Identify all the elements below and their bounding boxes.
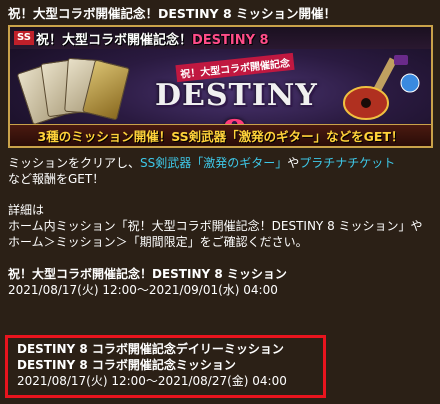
platinum-ticket-link[interactable]: プラチナチケット xyxy=(299,156,395,170)
banner-footer: 3種のミッション開催！SS剣武器「激発のギター」などをGET！ xyxy=(10,124,431,146)
intro-text-3: など報酬をGET！ xyxy=(8,172,105,186)
banner-header-prefix: 祝 xyxy=(35,32,49,48)
banner-header-main: ！大型コラボ開催記念！ xyxy=(48,32,192,48)
collab-mission-title: DESTINY 8 コラボ開催記念ミッション xyxy=(17,358,236,372)
banner-header: SS 祝！大型コラボ開催記念！DESTINY 8 xyxy=(10,27,431,49)
details-line-3: ホーム＞ミッション＞「期間限定」をご確認ください。 xyxy=(8,235,308,249)
daily-mission-title: DESTINY 8 コラボ開催記念デイリーミッション xyxy=(17,342,284,356)
mission-section-heading: 祝！大型コラボ開催記念！DESTINY 8 ミッション xyxy=(8,267,287,281)
page-title: 祝！大型コラボ開催記念！DESTINY 8 ミッション開催！ xyxy=(8,6,337,21)
intro-text-2: や xyxy=(287,156,300,170)
banner-header-accent: DESTINY 8 xyxy=(192,32,269,48)
guitar-weapon-icon xyxy=(343,55,420,120)
details-line-2: ホーム内ミッション「祝！大型コラボ開催記念！DESTINY 8 ミッション」や xyxy=(8,218,434,234)
details-text: 詳細は ホーム内ミッション「祝！大型コラボ開催記念！DESTINY 8 ミッショ… xyxy=(8,202,434,250)
highlighted-missions-box: DESTINY 8 コラボ開催記念デイリーミッション DESTINY 8 コラボ… xyxy=(5,335,326,398)
intro-text-1: ミッションをクリアし、 xyxy=(8,156,141,170)
destiny-logo: 祝！大型コラボ開催記念 DESTINY 8 xyxy=(155,52,318,146)
intro-text: ミッションをクリアし、SS剣武器「激発のギター」やプラチナチケットなど報酬をGE… xyxy=(8,155,434,187)
banner-header-text: 祝！大型コラボ開催記念！DESTINY 8 xyxy=(36,29,269,48)
details-line-2-text: ホーム内ミッション「祝！大型コラボ開催記念！DESTINY 8 ミッション」や xyxy=(8,219,423,233)
banner-cards-art xyxy=(16,57,134,127)
details-line-1: 詳細は xyxy=(8,203,45,217)
event-banner[interactable]: SS 祝！大型コラボ開催記念！DESTINY 8 祝！大型コラボ開催記念 DES… xyxy=(8,25,433,148)
weapon-link[interactable]: SS剣武器「激発のギター」 xyxy=(140,156,287,170)
highlighted-mission-period: 2021/08/17(火) 12:00～2021/08/27(金) 04:00 xyxy=(17,374,287,388)
logo-word: DESTINY xyxy=(155,78,318,113)
banner-footer-text: 3種のミッション開催！SS剣武器「激発のギター」などをGET！ xyxy=(37,129,404,144)
banner-badge: SS xyxy=(14,31,34,45)
mission-section-period: 2021/08/17(火) 12:00～2021/09/01(水) 04:00 xyxy=(8,283,278,297)
mission-section-main: 祝！大型コラボ開催記念！DESTINY 8 ミッション 2021/08/17(火… xyxy=(8,266,434,298)
